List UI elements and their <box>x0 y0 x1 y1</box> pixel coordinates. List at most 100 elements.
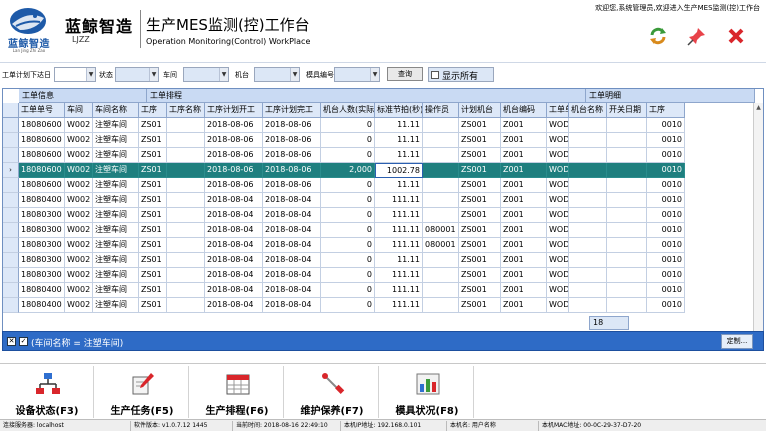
row-indicator[interactable] <box>3 193 19 208</box>
table-cell[interactable]: Z001 <box>501 193 547 208</box>
table-cell[interactable]: 0 <box>321 118 375 133</box>
table-cell[interactable] <box>607 253 647 268</box>
table-cell[interactable]: ZS01 <box>139 283 167 298</box>
table-cell[interactable]: Z001 <box>501 268 547 283</box>
table-cell[interactable]: 0010 <box>647 163 685 178</box>
table-cell[interactable] <box>569 208 607 223</box>
table-row[interactable]: 18080400 W002 注塑车间 ZS01 2018-08-04 2018-08-04… <box>3 298 763 313</box>
table-cell[interactable] <box>569 253 607 268</box>
table-cell[interactable] <box>167 163 205 178</box>
table-cell[interactable] <box>607 163 647 178</box>
table-cell[interactable]: 2018-08-04 <box>205 223 263 238</box>
table-cell[interactable] <box>167 208 205 223</box>
table-cell[interactable] <box>569 238 607 253</box>
table-cell[interactable]: WOD <box>547 178 569 193</box>
table-cell[interactable]: 注塑车间 <box>93 148 139 163</box>
table-cell[interactable] <box>607 118 647 133</box>
table-cell[interactable] <box>569 283 607 298</box>
row-indicator[interactable] <box>3 238 19 253</box>
table-cell[interactable]: 2,000 <box>321 163 375 178</box>
row-indicator[interactable] <box>3 148 19 163</box>
table-cell[interactable]: 2018-08-04 <box>205 283 263 298</box>
row-indicator[interactable] <box>3 178 19 193</box>
table-cell[interactable]: WOD <box>547 118 569 133</box>
table-cell[interactable]: 注塑车间 <box>93 208 139 223</box>
table-cell[interactable]: 0 <box>321 298 375 313</box>
work-order-grid[interactable]: 工单信息 工单排程 工单明细 工单单号 车间 车间名称 工序 工序名称 工序计划开工 工序计… <box>2 88 764 350</box>
pin-icon[interactable] <box>687 26 707 46</box>
column-header[interactable]: 工序名称 <box>167 103 205 118</box>
table-cell[interactable]: 11.11 <box>375 148 423 163</box>
row-indicator[interactable]: › <box>3 163 19 178</box>
machine-combo[interactable]: ▼ <box>254 67 300 82</box>
table-row[interactable]: › 18080600 W002 注塑车间 ZS01 2018-08-06 2018-08-0… <box>3 163 763 178</box>
table-cell[interactable]: 注塑车间 <box>93 133 139 148</box>
table-cell[interactable]: 注塑车间 <box>93 193 139 208</box>
table-cell[interactable]: 18080600 <box>19 118 65 133</box>
table-cell[interactable]: 注塑车间 <box>93 163 139 178</box>
chevron-down-icon[interactable]: ▼ <box>370 68 379 81</box>
table-cell[interactable]: 2018-08-06 <box>205 178 263 193</box>
table-row[interactable]: 18080300 W002 注塑车间 ZS01 2018-08-04 2018-08-04… <box>3 223 763 238</box>
table-cell[interactable]: Z001 <box>501 118 547 133</box>
table-cell[interactable] <box>423 178 459 193</box>
table-cell[interactable]: W002 <box>65 238 93 253</box>
table-cell[interactable] <box>167 193 205 208</box>
table-cell[interactable]: 111.11 <box>375 208 423 223</box>
table-cell[interactable]: 2018-08-04 <box>205 298 263 313</box>
row-indicator[interactable] <box>3 268 19 283</box>
column-header[interactable]: 车间名称 <box>93 103 139 118</box>
column-header[interactable]: 计划机台 <box>459 103 501 118</box>
table-cell[interactable]: Z001 <box>501 253 547 268</box>
table-cell[interactable]: 2018-08-04 <box>263 193 321 208</box>
table-cell[interactable]: W002 <box>65 283 93 298</box>
table-cell[interactable]: 0010 <box>647 148 685 163</box>
table-cell[interactable] <box>423 208 459 223</box>
table-cell[interactable] <box>569 148 607 163</box>
table-cell[interactable]: ZS001 <box>459 193 501 208</box>
table-cell[interactable]: 111.11 <box>375 238 423 253</box>
table-cell[interactable]: 11.11 <box>375 253 423 268</box>
table-cell[interactable]: 2018-08-04 <box>263 238 321 253</box>
table-cell[interactable]: ZS01 <box>139 238 167 253</box>
column-header[interactable]: 工单单号 <box>547 103 569 118</box>
table-cell[interactable]: ZS001 <box>459 118 501 133</box>
table-cell[interactable]: 注塑车间 <box>93 283 139 298</box>
table-cell[interactable]: 11.11 <box>375 118 423 133</box>
table-cell[interactable]: 注塑车间 <box>93 298 139 313</box>
table-cell[interactable] <box>569 163 607 178</box>
table-cell[interactable]: ZS001 <box>459 223 501 238</box>
table-cell[interactable]: 1002.78 <box>375 163 423 178</box>
table-cell[interactable]: 111.11 <box>375 283 423 298</box>
table-cell[interactable]: 0 <box>321 253 375 268</box>
table-cell[interactable]: 注塑车间 <box>93 268 139 283</box>
column-header[interactable]: 操作员 <box>423 103 459 118</box>
table-cell[interactable]: 2018-08-06 <box>205 118 263 133</box>
table-cell[interactable]: W002 <box>65 118 93 133</box>
table-cell[interactable]: 2018-08-06 <box>263 148 321 163</box>
row-indicator[interactable] <box>3 208 19 223</box>
table-cell[interactable]: 111.11 <box>375 223 423 238</box>
row-indicator[interactable] <box>3 253 19 268</box>
table-cell[interactable]: 注塑车间 <box>93 238 139 253</box>
table-cell[interactable]: 18080600 <box>19 178 65 193</box>
table-cell[interactable]: 0010 <box>647 223 685 238</box>
table-cell[interactable]: 0010 <box>647 133 685 148</box>
table-cell[interactable]: Z001 <box>501 148 547 163</box>
table-cell[interactable]: 2018-08-06 <box>263 163 321 178</box>
table-cell[interactable] <box>607 133 647 148</box>
show-all-checkbox[interactable]: 显示所有 <box>428 67 494 82</box>
table-row[interactable]: 18080600 W002 注塑车间 ZS01 2018-08-06 2018-08-06… <box>3 133 763 148</box>
status-combo[interactable]: ▼ <box>115 67 159 82</box>
table-cell[interactable]: 2018-08-06 <box>263 133 321 148</box>
table-cell[interactable]: 2018-08-04 <box>205 238 263 253</box>
table-cell[interactable]: 0 <box>321 238 375 253</box>
enable-filter-checkbox[interactable]: ✓ <box>19 337 28 346</box>
table-cell[interactable]: ZS001 <box>459 163 501 178</box>
table-cell[interactable]: WOD <box>547 163 569 178</box>
row-indicator[interactable] <box>3 283 19 298</box>
column-header[interactable]: 工序计划完工 <box>263 103 321 118</box>
table-cell[interactable]: 18080400 <box>19 193 65 208</box>
table-row[interactable]: 18080300 W002 注塑车间 ZS01 2018-08-04 2018-08-04… <box>3 238 763 253</box>
close-icon[interactable] <box>726 26 746 46</box>
